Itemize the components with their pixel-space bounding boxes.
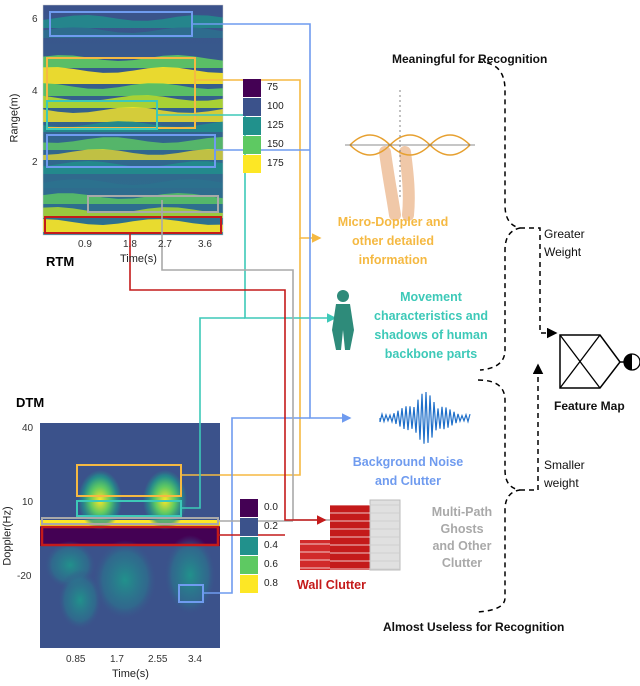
rtm-legend-item: 175 [243,154,284,173]
legend-value: 75 [267,82,279,93]
dtm-xtick: 3.4 [188,654,202,665]
dtm-blob [93,540,157,620]
rtm-ytick: 4 [32,86,38,97]
rtm-xtick: 2.7 [158,239,172,250]
smaller-weight-arrow [520,363,544,491]
dtm-legend-item: 0.8 [240,574,278,593]
rtm-legend-item: 75 [243,78,284,97]
dtm-label: DTM [16,395,45,410]
output-node-icon [624,354,632,370]
feature-map-label: Feature Map [554,399,625,413]
legs-illustration [345,90,475,221]
dtm-xtick: 0.85 [66,654,86,665]
person-body-icon [332,304,354,350]
dtm-legend-item: 0.6 [240,555,278,574]
background-noise-label: Background Noise and Clutter [352,455,464,488]
rtm-legend-item: 100 [243,97,284,116]
legend-value: 0.6 [264,559,278,570]
wall-brick-icon [330,505,370,570]
legend-swatch [240,574,258,593]
legend-value: 175 [267,158,284,169]
diagram-canvas: RTM Range(m) 6 4 2 0.9 1.8 2.7 3.6 Time(… [0,0,640,686]
ghost-wall-icon [369,499,401,571]
dtm-xtick: 1.7 [110,654,124,665]
wall-clutter-label: Wall Clutter [297,578,366,592]
dtm-legend-item: 0.2 [240,517,278,536]
waveform-icon [379,392,471,444]
dtm-legend-item: 0.4 [240,536,278,555]
legend-value: 0.2 [264,521,278,532]
rtm-xlabel: Time(s) [120,253,157,265]
dtm-heatmap [40,423,220,648]
rtm-xtick: 1.8 [123,239,137,250]
legend-swatch [240,536,258,555]
legs-icon [379,146,415,221]
dtm-ytick: 40 [22,423,34,434]
legend-swatch [243,97,261,116]
dtm-blob [58,570,102,630]
useless-header: Almost Useless for Recognition [383,620,565,634]
legend-value: 125 [267,120,284,131]
legend-value: 0.4 [264,540,278,551]
legend-value: 0.0 [264,502,278,513]
legend-swatch [240,555,258,574]
wall-illustration [300,499,401,571]
multiplier-icon [559,334,621,389]
dtm-ytick: 10 [22,497,34,508]
rtm-ytick: 2 [32,157,38,168]
rtm-ytick: 6 [32,14,38,25]
rtm-label: RTM [46,254,75,269]
smaller-weight-label: Smaller weight [544,458,585,490]
rtm-legend: 75 100 125 150 175 [243,78,284,173]
dtm-legend-item: 0.0 [240,498,278,517]
legend-swatch [243,78,261,97]
dtm-legend: 0.0 0.2 0.4 0.6 0.8 [240,498,278,593]
noise-waveform [379,392,471,444]
dtm-ytick: -20 [17,571,32,582]
legend-value: 100 [267,101,284,112]
rtm-xtick: 3.6 [198,239,212,250]
dtm-xlabel: Time(s) [112,668,149,680]
legend-value: 150 [267,139,284,150]
feature-map-symbol [559,334,640,389]
rtm-xtick: 0.9 [78,239,92,250]
person-head-icon [337,290,349,302]
meaningful-header: Meaningful for Recognition [392,52,548,66]
movement-label: Movement characteristics and shadows of … [374,290,488,361]
micro-doppler-label: Micro-Doppler and other detailed informa… [337,215,449,267]
dtm-ylabel: Doppler(Hz) [1,506,14,566]
person-illustration [332,290,354,350]
legend-swatch [240,498,258,517]
legend-swatch [240,517,258,536]
bottom-bracket [477,379,521,613]
dtm-xtick: 2.55 [148,654,168,665]
legend-swatch [243,116,261,135]
legend-swatch [243,135,261,154]
rtm-legend-item: 125 [243,116,284,135]
legend-value: 0.8 [264,578,278,589]
rtm-legend-item: 150 [243,135,284,154]
multipath-label: Multi-Path Ghosts and Other Clutter [431,505,493,570]
legend-swatch [243,154,261,173]
greater-weight-label: Greater Weight [544,227,585,259]
rtm-ylabel: Range(m) [8,93,21,143]
